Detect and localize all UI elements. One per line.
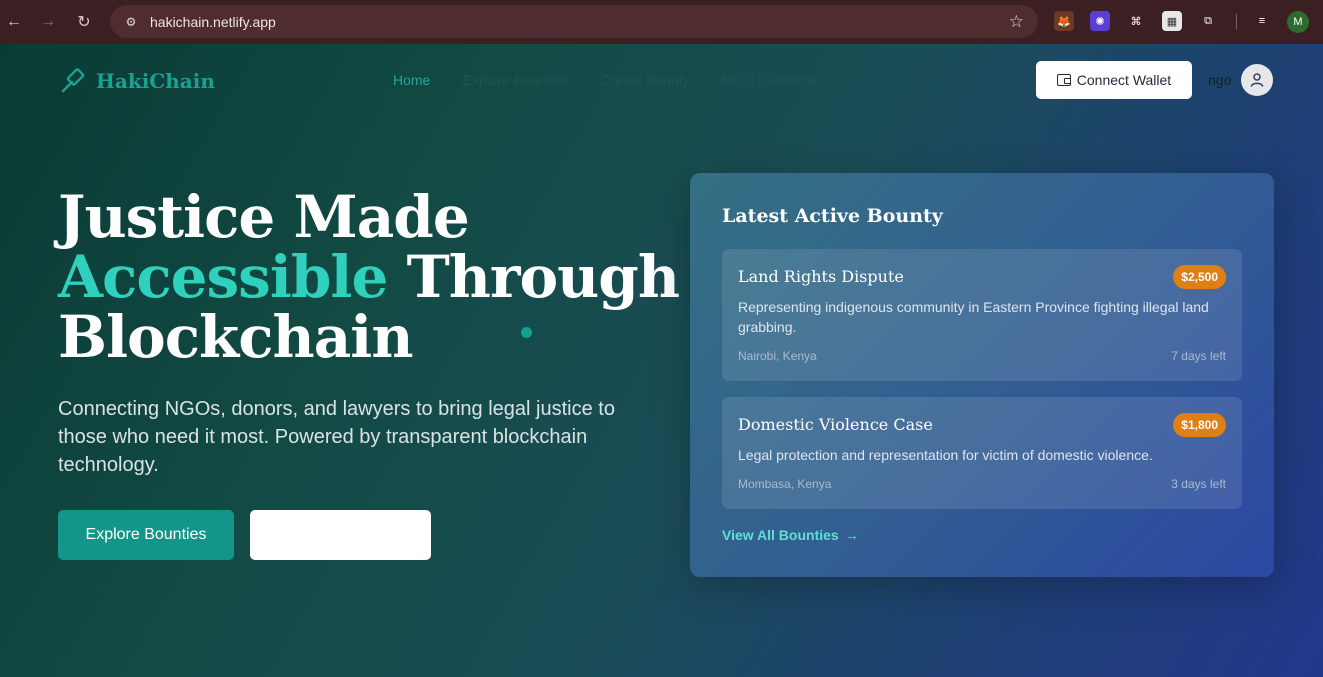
main-nav: Home Explore Bounties Create Bounty NGO …	[393, 72, 826, 88]
site-settings-icon[interactable]: ⚙	[122, 13, 140, 31]
view-all-label: View All Bounties	[722, 527, 839, 543]
card-title: Latest Active Bounty	[722, 205, 943, 227]
bounty-item[interactable]: Domestic Violence Case $1,800 Legal prot…	[722, 397, 1242, 509]
browser-toolbar: ← → ↻ ⚙ hakichain.netlify.app ☆ 🦊 ✺ ⌘ ▦ …	[0, 0, 1323, 44]
page-content: HakiChain Home Explore Bounties Create B…	[0, 44, 1323, 677]
forward-icon[interactable]: →	[34, 8, 62, 36]
nav-home[interactable]: Home	[393, 72, 430, 88]
headline-line1: Justice Made	[58, 183, 470, 251]
user-avatar[interactable]	[1241, 64, 1273, 96]
address-bar[interactable]: ⚙ hakichain.netlify.app ☆	[110, 5, 1038, 38]
extensions-puzzle-icon[interactable]: ⧉	[1198, 11, 1218, 31]
brand-logo[interactable]: HakiChain	[58, 65, 215, 97]
headline-accent: Accessible	[58, 243, 388, 311]
user-role-label: ngo	[1208, 72, 1232, 88]
bounty-location: Mombasa, Kenya	[738, 477, 832, 491]
hero-subtext: Connecting NGOs, donors, and lawyers to …	[58, 398, 615, 476]
brand-name: HakiChain	[96, 69, 215, 93]
extension-icon[interactable]: ⌘	[1126, 11, 1146, 31]
explore-bounties-button[interactable]: Explore Bounties	[58, 510, 234, 560]
qr-extension-icon[interactable]: ▦	[1162, 11, 1182, 31]
connect-wallet-label: Connect Wallet	[1076, 72, 1172, 88]
nav-create-bounty[interactable]: Create Bounty	[600, 72, 690, 88]
secondary-button[interactable]	[250, 510, 431, 560]
bounty-description: Legal protection and representation for …	[738, 447, 1153, 463]
toolbar-divider	[1236, 14, 1237, 30]
extension-icon[interactable]: ✺	[1090, 11, 1110, 31]
bounty-location: Nairobi, Kenya	[738, 349, 817, 363]
bounty-title: Domestic Violence Case	[738, 415, 933, 434]
nav-explore-bounties[interactable]: Explore Bounties	[462, 72, 568, 88]
bounty-title: Land Rights Dispute	[738, 267, 904, 286]
back-icon[interactable]: ←	[0, 8, 28, 36]
nav-ngo-dashboard[interactable]: NGO Dashboard	[722, 72, 826, 88]
user-icon	[1250, 73, 1264, 87]
wallet-icon	[1056, 74, 1071, 86]
metamask-extension-icon[interactable]: 🦊	[1054, 11, 1074, 31]
reload-icon[interactable]: ↻	[70, 8, 98, 36]
hero-headline: Justice Made Accessible Through Blockcha…	[58, 187, 680, 367]
arrow-right-icon: →	[844, 527, 859, 543]
bounty-deadline: 7 days left	[1171, 349, 1226, 363]
view-all-bounties-link[interactable]: View All Bounties →	[722, 527, 859, 543]
headline-line3: Blockchain	[58, 303, 414, 371]
bounty-amount-badge: $2,500	[1173, 265, 1226, 289]
media-controls-icon[interactable]: ≡	[1252, 11, 1272, 31]
gavel-icon	[61, 68, 85, 93]
bookmark-star-icon[interactable]: ☆	[1009, 12, 1024, 32]
headline-line2: Through	[387, 243, 680, 311]
bounty-item[interactable]: Land Rights Dispute $2,500 Representing …	[722, 249, 1242, 381]
bounty-description: Representing indigenous community in Eas…	[738, 299, 1209, 335]
latest-bounty-card: Latest Active Bounty Land Rights Dispute…	[690, 173, 1274, 577]
connect-wallet-button[interactable]: Connect Wallet	[1036, 61, 1192, 99]
url-text: hakichain.netlify.app	[150, 13, 276, 30]
profile-avatar[interactable]: M	[1287, 11, 1309, 33]
decorative-dot	[521, 327, 532, 338]
bounty-amount-badge: $1,800	[1173, 413, 1226, 437]
bounty-deadline: 3 days left	[1171, 477, 1226, 491]
